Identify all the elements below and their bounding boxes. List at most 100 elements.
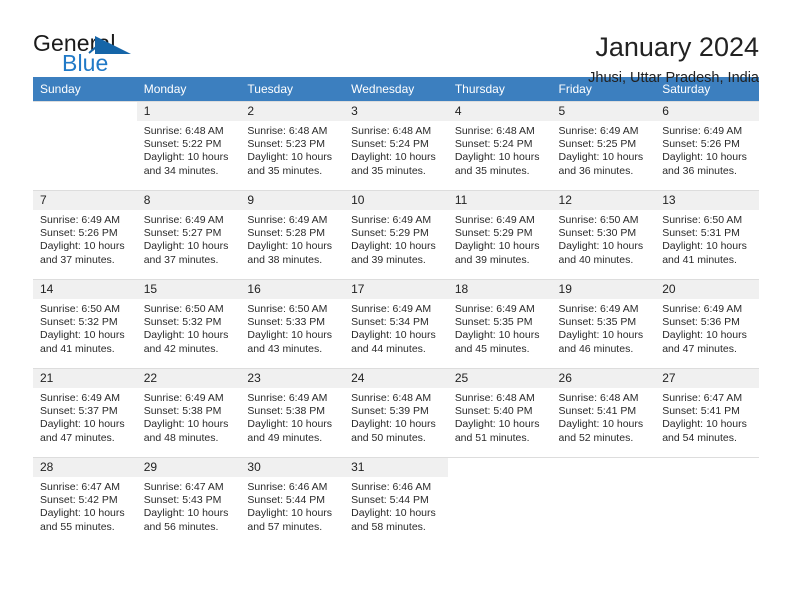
weekday-header-wednesday: Wednesday bbox=[344, 77, 448, 101]
day-number: 26 bbox=[551, 369, 656, 388]
day-number: 10 bbox=[344, 191, 448, 210]
day-daylight-text: Daylight: 10 hours bbox=[662, 151, 747, 164]
day-daylight-text: Daylight: 10 hours bbox=[351, 151, 436, 164]
day-sunrise-text: Sunrise: 6:49 AM bbox=[454, 303, 535, 315]
calendar-cell: 3 Sunrise: 6:48 AM Sunset: 5:24 PM Daylight… bbox=[344, 101, 448, 190]
day-sunrise-text: Sunrise: 6:49 AM bbox=[40, 392, 120, 404]
day-daylight-text: Daylight: 10 hours bbox=[143, 507, 229, 520]
day-details: Sunrise: 6:49 AM Sunset: 5:35 PM Daylight:… bbox=[448, 299, 552, 356]
day-daylight-text: Daylight: 10 hours bbox=[351, 507, 436, 520]
day-details: Sunrise: 6:49 AM Sunset: 5:36 PM Daylight:… bbox=[655, 299, 759, 356]
day-cell-30[interactable]: 30 Sunrise: 6:46 AM Sunset: 5:44 PM Dayligh… bbox=[240, 457, 345, 546]
day-details: Sunrise: 6:49 AM Sunset: 5:34 PM Daylight:… bbox=[344, 299, 448, 356]
day-details: Sunrise: 6:49 AM Sunset: 5:38 PM Daylight:… bbox=[240, 388, 344, 445]
day-details: Sunrise: 6:50 AM Sunset: 5:32 PM Daylight:… bbox=[33, 299, 137, 356]
day-cell-15[interactable]: 15 Sunrise: 6:50 AM Sunset: 5:32 PM Dayligh… bbox=[136, 279, 241, 368]
day-number: 25 bbox=[447, 369, 552, 388]
day-daylight-text: Daylight: 10 hours bbox=[662, 418, 747, 431]
day-daylight-text: and 44 minutes. bbox=[351, 342, 426, 355]
day-sunset-text: Sunset: 5:30 PM bbox=[558, 227, 637, 240]
day-cell-23[interactable]: 23 Sunrise: 6:49 AM Sunset: 5:38 PM Dayligh… bbox=[240, 368, 345, 457]
day-number: 18 bbox=[447, 280, 552, 299]
day-daylight-text: Daylight: 10 hours bbox=[40, 240, 125, 253]
day-cell-19[interactable]: 19 Sunrise: 6:49 AM Sunset: 5:35 PM Dayligh… bbox=[551, 279, 656, 368]
day-cell-empty bbox=[655, 457, 759, 546]
day-cell-12[interactable]: 12 Sunrise: 6:50 AM Sunset: 5:30 PM Dayligh… bbox=[551, 190, 656, 279]
calendar-table: Sunday Monday Tuesday Wednesday Thursday Frid… bbox=[33, 77, 759, 546]
day-daylight-text: and 56 minutes. bbox=[143, 520, 219, 533]
calendar-cell: 16 Sunrise: 6:50 AM Sunset: 5:33 PM Dayligh… bbox=[240, 279, 345, 368]
day-daylight-text: and 39 minutes. bbox=[454, 253, 530, 266]
day-sunset-text: Sunset: 5:44 PM bbox=[247, 494, 326, 507]
day-sunset-text: Sunset: 5:37 PM bbox=[40, 405, 118, 418]
day-cell-1[interactable]: 1 Sunrise: 6:48 AM Sunset: 5:22 PM Daylight… bbox=[136, 101, 241, 190]
day-number: 2 bbox=[240, 102, 345, 121]
day-daylight-text: Daylight: 10 hours bbox=[40, 507, 125, 520]
day-sunrise-text: Sunrise: 6:49 AM bbox=[454, 214, 535, 226]
day-cell-3[interactable]: 3 Sunrise: 6:48 AM Sunset: 5:24 PM Daylight… bbox=[344, 101, 448, 190]
day-daylight-text: and 48 minutes. bbox=[143, 431, 219, 444]
day-cell-10[interactable]: 10 Sunrise: 6:49 AM Sunset: 5:29 PM Dayligh… bbox=[344, 190, 448, 279]
day-cell-14[interactable]: 14 Sunrise: 6:50 AM Sunset: 5:32 PM Dayligh… bbox=[33, 279, 137, 368]
day-cell-9[interactable]: 9 Sunrise: 6:49 AM Sunset: 5:28 PM Daylight… bbox=[240, 190, 345, 279]
day-number: 20 bbox=[655, 280, 759, 299]
day-sunrise-text: Sunrise: 6:48 AM bbox=[454, 392, 535, 404]
day-sunrise-text: Sunrise: 6:47 AM bbox=[40, 481, 120, 493]
day-sunrise-text: Sunrise: 6:50 AM bbox=[662, 214, 743, 226]
day-cell-24[interactable]: 24 Sunrise: 6:48 AM Sunset: 5:39 PM Dayligh… bbox=[344, 368, 448, 457]
day-cell-16[interactable]: 16 Sunrise: 6:50 AM Sunset: 5:33 PM Dayligh… bbox=[240, 279, 345, 368]
day-cell-8[interactable]: 8 Sunrise: 6:49 AM Sunset: 5:27 PM Daylight… bbox=[136, 190, 241, 279]
day-cell-22[interactable]: 22 Sunrise: 6:49 AM Sunset: 5:38 PM Dayligh… bbox=[136, 368, 241, 457]
day-cell-18[interactable]: 18 Sunrise: 6:49 AM Sunset: 5:35 PM Dayligh… bbox=[447, 279, 552, 368]
day-cell-7[interactable]: 7 Sunrise: 6:49 AM Sunset: 5:26 PM Daylight… bbox=[33, 190, 137, 279]
calendar-cell: 7 Sunrise: 6:49 AM Sunset: 5:26 PM Daylight… bbox=[33, 190, 137, 279]
day-cell-31[interactable]: 31 Sunrise: 6:46 AM Sunset: 5:44 PM Dayligh… bbox=[344, 457, 448, 546]
day-number: 13 bbox=[655, 191, 759, 210]
day-cell-28[interactable]: 28 Sunrise: 6:47 AM Sunset: 5:42 PM Dayligh… bbox=[33, 457, 137, 546]
day-cell-5[interactable]: 5 Sunrise: 6:49 AM Sunset: 5:25 PM Daylight… bbox=[551, 101, 656, 190]
day-daylight-text: Daylight: 10 hours bbox=[247, 151, 333, 164]
day-daylight-text: Daylight: 10 hours bbox=[351, 240, 436, 253]
day-cell-6[interactable]: 6 Sunrise: 6:49 AM Sunset: 5:26 PM Daylight… bbox=[655, 101, 759, 190]
day-cell-4[interactable]: 4 Sunrise: 6:48 AM Sunset: 5:24 PM Daylight… bbox=[447, 101, 552, 190]
day-cell-11[interactable]: 11 Sunrise: 6:49 AM Sunset: 5:29 PM Dayligh… bbox=[447, 190, 552, 279]
day-daylight-text: and 55 minutes. bbox=[40, 520, 115, 533]
weekday-header-thursday: Thursday bbox=[447, 77, 552, 101]
general-blue-logo[interactable]: General Blue bbox=[33, 30, 153, 82]
day-details: Sunrise: 6:48 AM Sunset: 5:40 PM Daylight:… bbox=[448, 388, 552, 445]
calendar-cell: 22 Sunrise: 6:49 AM Sunset: 5:38 PM Dayligh… bbox=[136, 368, 241, 457]
day-daylight-text: Daylight: 10 hours bbox=[454, 151, 540, 164]
day-daylight-text: and 37 minutes. bbox=[143, 253, 219, 266]
day-sunrise-text: Sunrise: 6:50 AM bbox=[247, 303, 328, 315]
day-daylight-text: and 46 minutes. bbox=[558, 342, 634, 355]
day-daylight-text: and 50 minutes. bbox=[351, 431, 426, 444]
calendar-cell: 23 Sunrise: 6:49 AM Sunset: 5:38 PM Dayligh… bbox=[240, 368, 345, 457]
day-sunrise-text: Sunrise: 6:50 AM bbox=[143, 303, 224, 315]
day-details: Sunrise: 6:49 AM Sunset: 5:25 PM Daylight:… bbox=[552, 121, 656, 178]
day-cell-21[interactable]: 21 Sunrise: 6:49 AM Sunset: 5:37 PM Dayligh… bbox=[33, 368, 137, 457]
day-cell-27[interactable]: 27 Sunrise: 6:47 AM Sunset: 5:41 PM Dayligh… bbox=[655, 368, 759, 457]
day-cell-13[interactable]: 13 Sunrise: 6:50 AM Sunset: 5:31 PM Dayligh… bbox=[655, 190, 759, 279]
day-sunrise-text: Sunrise: 6:50 AM bbox=[40, 303, 120, 315]
day-number: 6 bbox=[655, 102, 759, 121]
day-cell-17[interactable]: 17 Sunrise: 6:49 AM Sunset: 5:34 PM Dayligh… bbox=[344, 279, 448, 368]
day-daylight-text: Daylight: 10 hours bbox=[143, 151, 229, 164]
day-sunset-text: Sunset: 5:41 PM bbox=[558, 405, 637, 418]
day-cell-25[interactable]: 25 Sunrise: 6:48 AM Sunset: 5:40 PM Dayligh… bbox=[447, 368, 552, 457]
day-details: Sunrise: 6:49 AM Sunset: 5:35 PM Daylight:… bbox=[552, 299, 656, 356]
calendar-cell: 28 Sunrise: 6:47 AM Sunset: 5:42 PM Dayligh… bbox=[33, 457, 137, 546]
day-sunset-text: Sunset: 5:24 PM bbox=[454, 138, 533, 151]
day-sunrise-text: Sunrise: 6:46 AM bbox=[351, 481, 432, 493]
day-cell-20[interactable]: 20 Sunrise: 6:49 AM Sunset: 5:36 PM Dayligh… bbox=[655, 279, 759, 368]
day-sunset-text: Sunset: 5:35 PM bbox=[558, 316, 637, 329]
calendar-cell: 21 Sunrise: 6:49 AM Sunset: 5:37 PM Dayligh… bbox=[33, 368, 137, 457]
day-cell-2[interactable]: 2 Sunrise: 6:48 AM Sunset: 5:23 PM Daylight… bbox=[240, 101, 345, 190]
day-sunset-text: Sunset: 5:32 PM bbox=[143, 316, 222, 329]
logo-word-blue: Blue bbox=[62, 50, 109, 76]
calendar-cell: 11 Sunrise: 6:49 AM Sunset: 5:29 PM Dayligh… bbox=[447, 190, 552, 279]
day-cell-29[interactable]: 29 Sunrise: 6:47 AM Sunset: 5:43 PM Dayligh… bbox=[136, 457, 241, 546]
day-daylight-text: Daylight: 10 hours bbox=[247, 329, 333, 342]
day-daylight-text: Daylight: 10 hours bbox=[351, 418, 436, 431]
day-sunrise-text: Sunrise: 6:48 AM bbox=[558, 392, 639, 404]
day-cell-26[interactable]: 26 Sunrise: 6:48 AM Sunset: 5:41 PM Dayligh… bbox=[551, 368, 656, 457]
